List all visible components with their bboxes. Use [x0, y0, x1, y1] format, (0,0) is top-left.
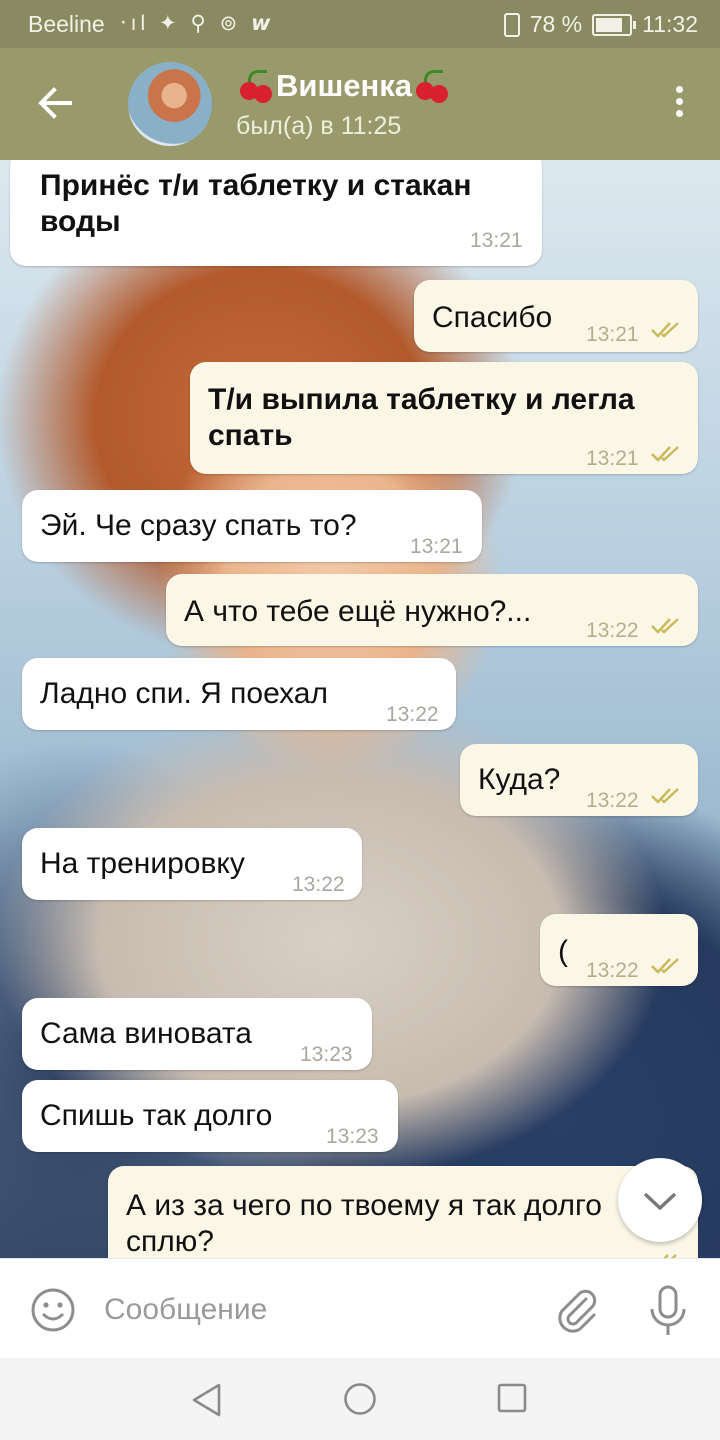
message-text: Ладно спи. Я поехал [40, 677, 328, 710]
back-arrow-icon[interactable] [30, 78, 80, 128]
avatar[interactable] [128, 62, 212, 146]
battery-level: 78 % [529, 11, 583, 37]
message-text: Куда? [478, 763, 561, 796]
message-time: 13:22 [292, 873, 345, 896]
message-text: Эй. Че сразу спать то? [40, 509, 357, 542]
message-time: 13:23 [584, 1250, 637, 1258]
message-bubble[interactable]: Куда? 13:22 [460, 744, 698, 816]
message-bubble[interactable]: Т/и выпила таблетку и легла спать 13:21 [190, 362, 698, 474]
nav-recent-apps-icon[interactable] [497, 1383, 527, 1413]
scroll-down-button[interactable] [618, 1158, 702, 1242]
battery-icon [592, 13, 637, 36]
system-nav-bar [0, 1358, 720, 1440]
status-bar: Beeline ‧ıl ✦ ⚲ ⊚ 𝙬 78 % 11:32 [0, 0, 720, 48]
message-text: На тренировку [40, 847, 245, 880]
message-time: 13:23 [326, 1125, 379, 1148]
clock: 11:32 [642, 11, 698, 37]
message-bubble[interactable]: Принёс т/и таблетку и стакан воды 13:21 [10, 160, 542, 266]
nav-back-icon[interactable] [190, 1382, 224, 1418]
read-check-icon [651, 322, 679, 338]
read-check-icon [651, 788, 679, 804]
emoji-icon[interactable] [30, 1287, 76, 1333]
status-icons: ‧ıl ✦ ⚲ ⊚ 𝙬 [120, 12, 275, 35]
message-input[interactable]: Сообщение [104, 1293, 267, 1327]
nav-home-icon[interactable] [343, 1382, 377, 1416]
carrier-name: Beeline [28, 11, 105, 37]
message-bubble[interactable]: Спасибо 13:21 [414, 280, 698, 352]
microphone-icon[interactable] [646, 1285, 690, 1337]
message-bubble[interactable]: ( 13:22 [540, 914, 698, 986]
read-check-icon [651, 446, 679, 462]
chat-area[interactable]: Принёс т/и таблетку и стакан воды 13:21 … [0, 160, 720, 1258]
message-time: 13:21 [586, 323, 639, 346]
message-bubble[interactable]: А что тебе ещё нужно?... 13:22 [166, 574, 698, 646]
read-check-icon [651, 958, 679, 974]
chevron-down-icon [643, 1192, 677, 1211]
message-bubble[interactable]: Сама виновата 13:23 [22, 998, 372, 1070]
message-time: 13:21 [410, 535, 463, 558]
vibrate-icon [503, 12, 520, 37]
status-right: 78 % 11:32 [503, 11, 698, 38]
read-check-icon [651, 618, 679, 634]
contact-title[interactable]: Вишенка [236, 68, 452, 104]
chat-header: Вишенка был(а) в 11:25 [0, 48, 720, 160]
message-bubble[interactable]: На тренировку 13:22 [22, 828, 362, 900]
message-text: Спасибо [432, 301, 553, 334]
message-text: ( [558, 935, 568, 968]
message-time: 13:21 [586, 447, 639, 470]
message-bubble[interactable]: А из за чего по твоему я так долго сплю?… [108, 1166, 698, 1258]
more-menu-icon[interactable] [676, 86, 686, 126]
message-composer: Сообщение [0, 1258, 720, 1359]
cherry-icon [236, 68, 276, 104]
message-time: 13:22 [386, 703, 439, 726]
cherry-icon [412, 68, 452, 104]
message-bubble[interactable]: Эй. Че сразу спать то? 13:21 [22, 490, 482, 562]
paperclip-icon[interactable] [552, 1285, 600, 1333]
message-bubble[interactable]: Спишь так долго 13:23 [22, 1080, 398, 1152]
message-time: 13:22 [586, 619, 639, 642]
contact-name: Вишенка [276, 68, 413, 103]
message-time: 13:23 [300, 1043, 353, 1066]
message-time: 13:22 [586, 789, 639, 812]
message-text: Сама виновата [40, 1017, 252, 1050]
message-text: Принёс т/и таблетку и стакан воды [40, 169, 472, 238]
message-bubble[interactable]: Ладно спи. Я поехал 13:22 [22, 658, 456, 730]
message-text: Спишь так долго [40, 1099, 273, 1132]
message-time: 13:21 [470, 229, 523, 252]
message-time: 13:22 [586, 959, 639, 982]
last-seen: был(а) в 11:25 [236, 112, 402, 140]
message-text: А что тебе ещё нужно?... [184, 595, 532, 628]
message-text: А из за чего по твоему я так долго сплю? [126, 1189, 602, 1258]
